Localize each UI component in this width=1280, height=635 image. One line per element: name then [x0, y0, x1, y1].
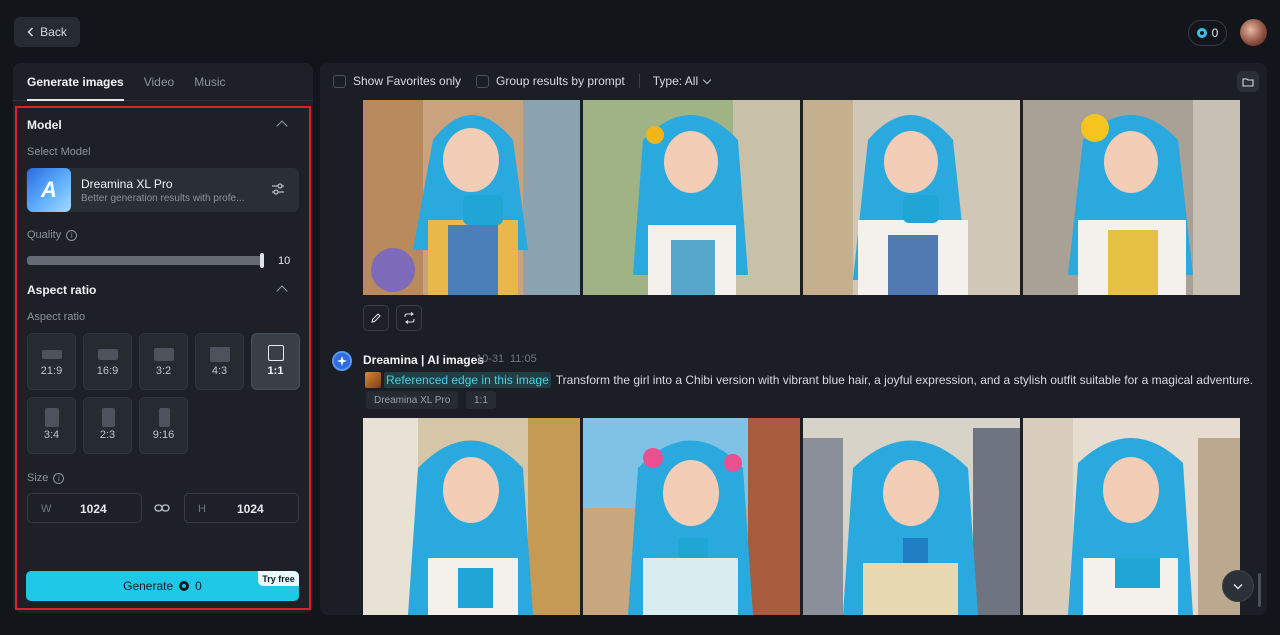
credits-count: 0: [1211, 26, 1219, 40]
selection-highlight: [15, 106, 311, 610]
group-toggle[interactable]: Group results by prompt: [476, 74, 625, 88]
author-name: Dreamina | AI images: [363, 353, 484, 367]
credits-badge[interactable]: 0: [1188, 20, 1227, 46]
back-label: Back: [40, 25, 67, 39]
scrollbar[interactable]: [1258, 573, 1261, 607]
generated-image[interactable]: [363, 418, 580, 615]
pencil-icon: [371, 313, 381, 323]
generated-image[interactable]: [583, 100, 800, 295]
type-filter-label: Type: All: [652, 74, 699, 88]
chevron-down-icon: [702, 75, 712, 84]
folder-button[interactable]: [1237, 71, 1259, 92]
chevron-left-icon: [27, 27, 34, 37]
generated-image[interactable]: [1023, 418, 1240, 615]
generated-image[interactable]: [803, 418, 1020, 615]
favorites-checkbox[interactable]: [333, 74, 346, 88]
repeat-icon: [403, 312, 415, 324]
tab-generate-images[interactable]: Generate images: [27, 63, 124, 101]
toolbar-divider: [638, 74, 640, 88]
favorites-label: Show Favorites only: [353, 74, 462, 88]
tab-video[interactable]: Video: [144, 63, 174, 101]
prompt-text: Transform the girl into a Chibi version …: [555, 373, 1254, 387]
entry-time: 11:05: [510, 353, 537, 365]
credit-coin-icon: [1196, 28, 1207, 38]
results-toolbar: Show Favorites only Group results by pro…: [320, 63, 1267, 99]
tab-music[interactable]: Music: [194, 63, 225, 101]
back-button[interactable]: Back: [14, 17, 80, 47]
dreamina-logo-icon: [332, 351, 352, 371]
model-tag: Dreamina XL Pro: [366, 391, 459, 409]
prompt-row: Referenced edge in this image Transform …: [365, 372, 1253, 388]
results-panel: Show Favorites only Group results by pro…: [320, 63, 1267, 615]
entry-date: 10-31: [476, 353, 505, 365]
generated-image[interactable]: [803, 100, 1020, 295]
regenerate-button[interactable]: [396, 305, 422, 331]
generated-image[interactable]: [363, 100, 580, 295]
type-filter-dropdown[interactable]: Type: All: [652, 74, 712, 88]
group-checkbox[interactable]: [476, 74, 490, 88]
reference-chip[interactable]: Referenced edge in this image: [384, 372, 551, 388]
favorites-toggle[interactable]: Show Favorites only: [333, 74, 461, 88]
edit-button[interactable]: [363, 305, 389, 331]
ratio-tag: 1:1: [466, 391, 496, 409]
chevron-down-icon: [1233, 583, 1243, 590]
generated-image[interactable]: [583, 418, 800, 615]
scroll-down-button[interactable]: [1222, 570, 1254, 602]
folder-icon: [1242, 77, 1254, 87]
reference-thumbnail[interactable]: [365, 372, 381, 388]
user-avatar[interactable]: [1240, 19, 1267, 46]
group-label: Group results by prompt: [496, 74, 625, 88]
mode-tabs: Generate images Video Music: [13, 63, 313, 101]
generated-image[interactable]: [1023, 100, 1240, 295]
